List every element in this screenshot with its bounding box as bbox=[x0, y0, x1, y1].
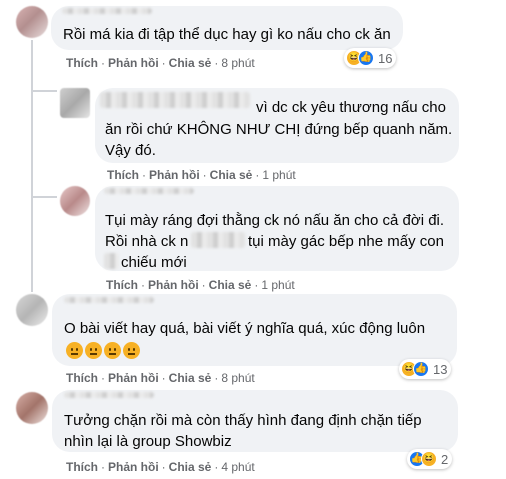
reaction-summary[interactable]: 😆 👍 13 bbox=[399, 359, 452, 379]
reply-link[interactable]: Phản hồi bbox=[108, 56, 159, 70]
avatar[interactable] bbox=[16, 6, 48, 38]
like-link[interactable]: Thích bbox=[66, 371, 98, 385]
comment-actions: Thích · Phản hồi · Chia sẻ · 4 phút bbox=[66, 460, 255, 474]
reaction-count: 16 bbox=[378, 50, 393, 66]
thread-line bbox=[31, 40, 33, 292]
like-icon: 👍 bbox=[358, 50, 374, 66]
timestamp[interactable]: 4 phút bbox=[221, 460, 254, 474]
thread-branch bbox=[31, 196, 57, 198]
avatar[interactable] bbox=[16, 392, 48, 424]
share-link[interactable]: Chia sẻ bbox=[169, 460, 212, 474]
confused-face-emoji bbox=[85, 342, 102, 360]
comment-text-line: Tụi mày ráng đợi thằng ck nó nấu ăn cho … bbox=[105, 212, 445, 229]
comment-actions: Thích · Phản hồi · Chia sẻ · 8 phút bbox=[66, 56, 255, 70]
blurred-name bbox=[62, 8, 152, 14]
timestamp[interactable]: 8 phút bbox=[221, 371, 254, 385]
confused-face-emoji bbox=[104, 342, 121, 360]
reply-link[interactable]: Phản hồi bbox=[108, 371, 159, 385]
haha-icon: 😆 bbox=[421, 451, 437, 467]
emoji-row bbox=[66, 342, 142, 360]
comment-text-line: Vậy đó. bbox=[105, 142, 156, 159]
avatar[interactable] bbox=[60, 88, 90, 118]
reaction-count: 13 bbox=[433, 361, 448, 377]
reaction-summary[interactable]: 👍 😆 2 bbox=[407, 449, 453, 469]
comment-text-line: vì dc ck yêu thương nấu cho bbox=[256, 99, 446, 116]
comment-text: O bài viết hay quá, bài viết ý nghĩa quá… bbox=[64, 320, 426, 337]
reply-link[interactable]: Phản hồi bbox=[108, 460, 159, 474]
avatar[interactable] bbox=[60, 186, 90, 216]
comment-text-line: Tưởng chặn rồi mà còn thấy hình đang địn… bbox=[64, 412, 422, 429]
blurred-name bbox=[104, 188, 194, 194]
confused-face-emoji bbox=[123, 342, 140, 360]
comment-actions: Thích · Phản hồi · Chia sẻ · 8 phút bbox=[66, 371, 255, 385]
comment-text-line: Rồi nhà ck n bbox=[105, 233, 189, 250]
share-link[interactable]: Chia sẻ bbox=[209, 278, 252, 292]
comment-text-line: ăn rồi chứ KHÔNG NHƯ CHỊ đứng bếp quanh … bbox=[105, 121, 453, 138]
share-link[interactable]: Chia sẻ bbox=[169, 56, 212, 70]
share-link[interactable]: Chia sẻ bbox=[210, 168, 253, 182]
reaction-count: 2 bbox=[441, 451, 449, 467]
comment-text-line: chiếu mới bbox=[121, 254, 187, 271]
thread-branch bbox=[31, 90, 57, 92]
confused-face-emoji bbox=[66, 342, 83, 360]
like-link[interactable]: Thích bbox=[66, 460, 98, 474]
blurred-name bbox=[64, 297, 154, 303]
like-link[interactable]: Thích bbox=[107, 168, 139, 182]
blurred-text bbox=[104, 253, 119, 269]
comment-actions: Thích · Phản hồi · Chia sẻ · 1 phút bbox=[106, 278, 295, 292]
comment-actions: Thích · Phản hồi · Chia sẻ · 1 phút bbox=[107, 168, 296, 182]
like-link[interactable]: Thích bbox=[66, 56, 98, 70]
comment-text-line: tụi mày gác bếp nhe mấy con bbox=[248, 233, 444, 250]
reply-link[interactable]: Phản hồi bbox=[148, 278, 199, 292]
reply-link[interactable]: Phản hồi bbox=[149, 168, 200, 182]
timestamp[interactable]: 8 phút bbox=[221, 56, 254, 70]
blurred-text bbox=[191, 232, 245, 248]
comment-text-line: nhìn lại là group Showbiz bbox=[64, 433, 232, 450]
blurred-name bbox=[64, 392, 154, 398]
reaction-summary[interactable]: 😆 👍 16 bbox=[344, 48, 397, 68]
timestamp[interactable]: 1 phút bbox=[262, 168, 295, 182]
share-link[interactable]: Chia sẻ bbox=[169, 371, 212, 385]
like-icon: 👍 bbox=[413, 361, 429, 377]
avatar[interactable] bbox=[16, 294, 48, 326]
blurred-name bbox=[100, 92, 250, 108]
timestamp[interactable]: 1 phút bbox=[261, 278, 294, 292]
like-link[interactable]: Thích bbox=[106, 278, 138, 292]
comment-text: Rồi má kia đi tập thể dục hay gì ko nấu … bbox=[63, 26, 391, 43]
